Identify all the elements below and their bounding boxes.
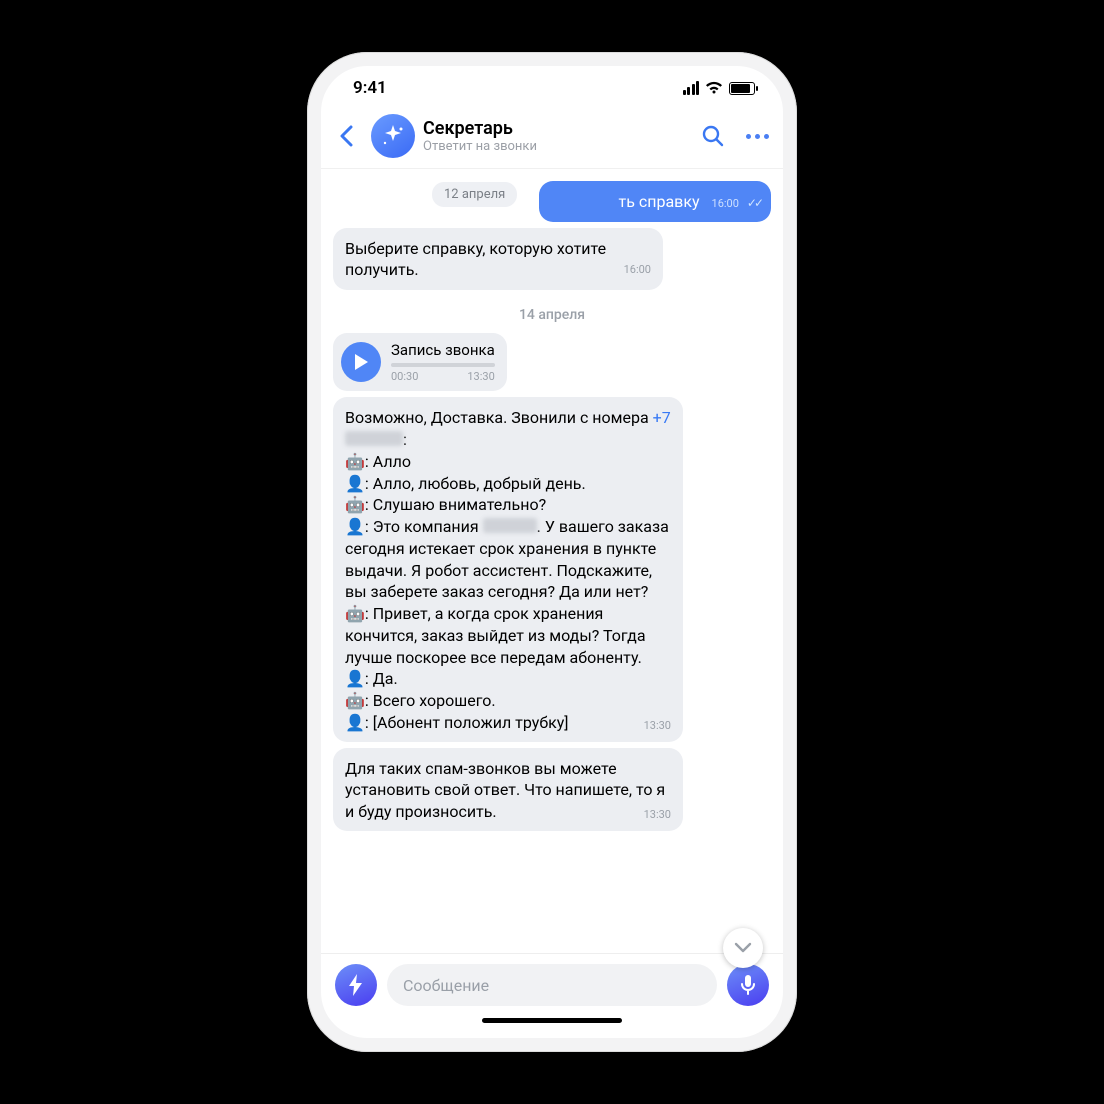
mic-icon [740,974,756,996]
voice-time: 13:30 [467,370,494,383]
message-incoming[interactable]: Для таких спам-звонков вы можете установ… [333,748,683,831]
chat-title: Секретарь [423,118,694,139]
line: 🤖: Алло [345,452,411,471]
mic-button[interactable] [727,964,769,1006]
voice-progress[interactable] [391,363,495,367]
play-button[interactable] [341,342,381,382]
status-icons [683,81,756,95]
sparkle-icon [381,124,405,148]
header-titles[interactable]: Секретарь Ответит на звонки [423,118,694,154]
chat-header: Секретарь Ответит на звонки [321,110,783,169]
play-icon [353,353,369,371]
line: 👤: Да. [345,669,398,688]
input-bar: Сообщение [321,953,783,1016]
message-time: 13:30 [644,719,671,734]
message-input[interactable]: Сообщение [387,964,717,1006]
message-time: 13:30 [644,808,671,823]
bolt-icon [347,974,365,996]
status-time: 9:41 [353,78,387,98]
line: 🤖: Слушаю внимательно? [345,495,546,514]
message-text: Для таких спам-звонков вы можете установ… [345,759,665,822]
message-outgoing[interactable]: ть справку 16:00 ✓✓ [539,181,771,222]
message-time: 16:00 [624,263,651,278]
phone-frame: 9:41 Секретарь Ответит на звонки [307,52,797,1052]
line: 👤: Алло, любовь, добрый день. [345,474,586,493]
more-button[interactable] [746,134,769,139]
read-ticks-icon: ✓✓ [747,196,761,210]
chat-body[interactable]: 12 апреля ть справку 16:00 ✓✓ Выберите с… [321,169,783,953]
avatar[interactable] [371,114,415,158]
message-text: Выберите справку, которую хотите получит… [345,239,606,279]
redacted [345,431,403,446]
chat-subtitle: Ответит на звонки [423,139,694,154]
battery-icon [729,82,755,95]
date-floating: 12 апреля [432,182,517,207]
signal-icon [683,81,700,95]
status-bar: 9:41 [321,66,783,110]
wifi-icon [705,81,723,95]
action-button[interactable] [335,964,377,1006]
chevron-left-icon [339,125,353,147]
line: 🤖: Всего хорошего. [345,691,496,710]
input-placeholder: Сообщение [403,976,489,995]
line: 🤖: Привет, а когда срок хранения кончитс… [345,604,646,667]
message-incoming[interactable]: Выберите справку, которую хотите получит… [333,228,663,290]
chevron-down-icon [734,942,752,954]
screen: 9:41 Секретарь Ответит на звонки [321,66,783,1038]
message-time: 16:00 [712,197,739,210]
line: 👤: [Абонент положил трубку] [345,713,569,732]
voice-title: Запись звонка [391,341,495,359]
back-button[interactable] [329,125,363,147]
date-separator: 14 апреля [333,304,771,323]
scroll-to-bottom-button[interactable] [723,928,763,968]
voice-message[interactable]: Запись звонка 00:30 13:30 [333,333,507,391]
line: 👤: Это компания [345,517,483,536]
message-text: ть справку [619,192,700,211]
search-icon[interactable] [702,125,724,147]
redacted [483,518,537,533]
voice-elapsed: 00:30 [391,370,418,383]
home-indicator [321,1016,783,1038]
transcript-message[interactable]: Возможно, Доставка. Звонили с номера +7 … [333,397,683,741]
